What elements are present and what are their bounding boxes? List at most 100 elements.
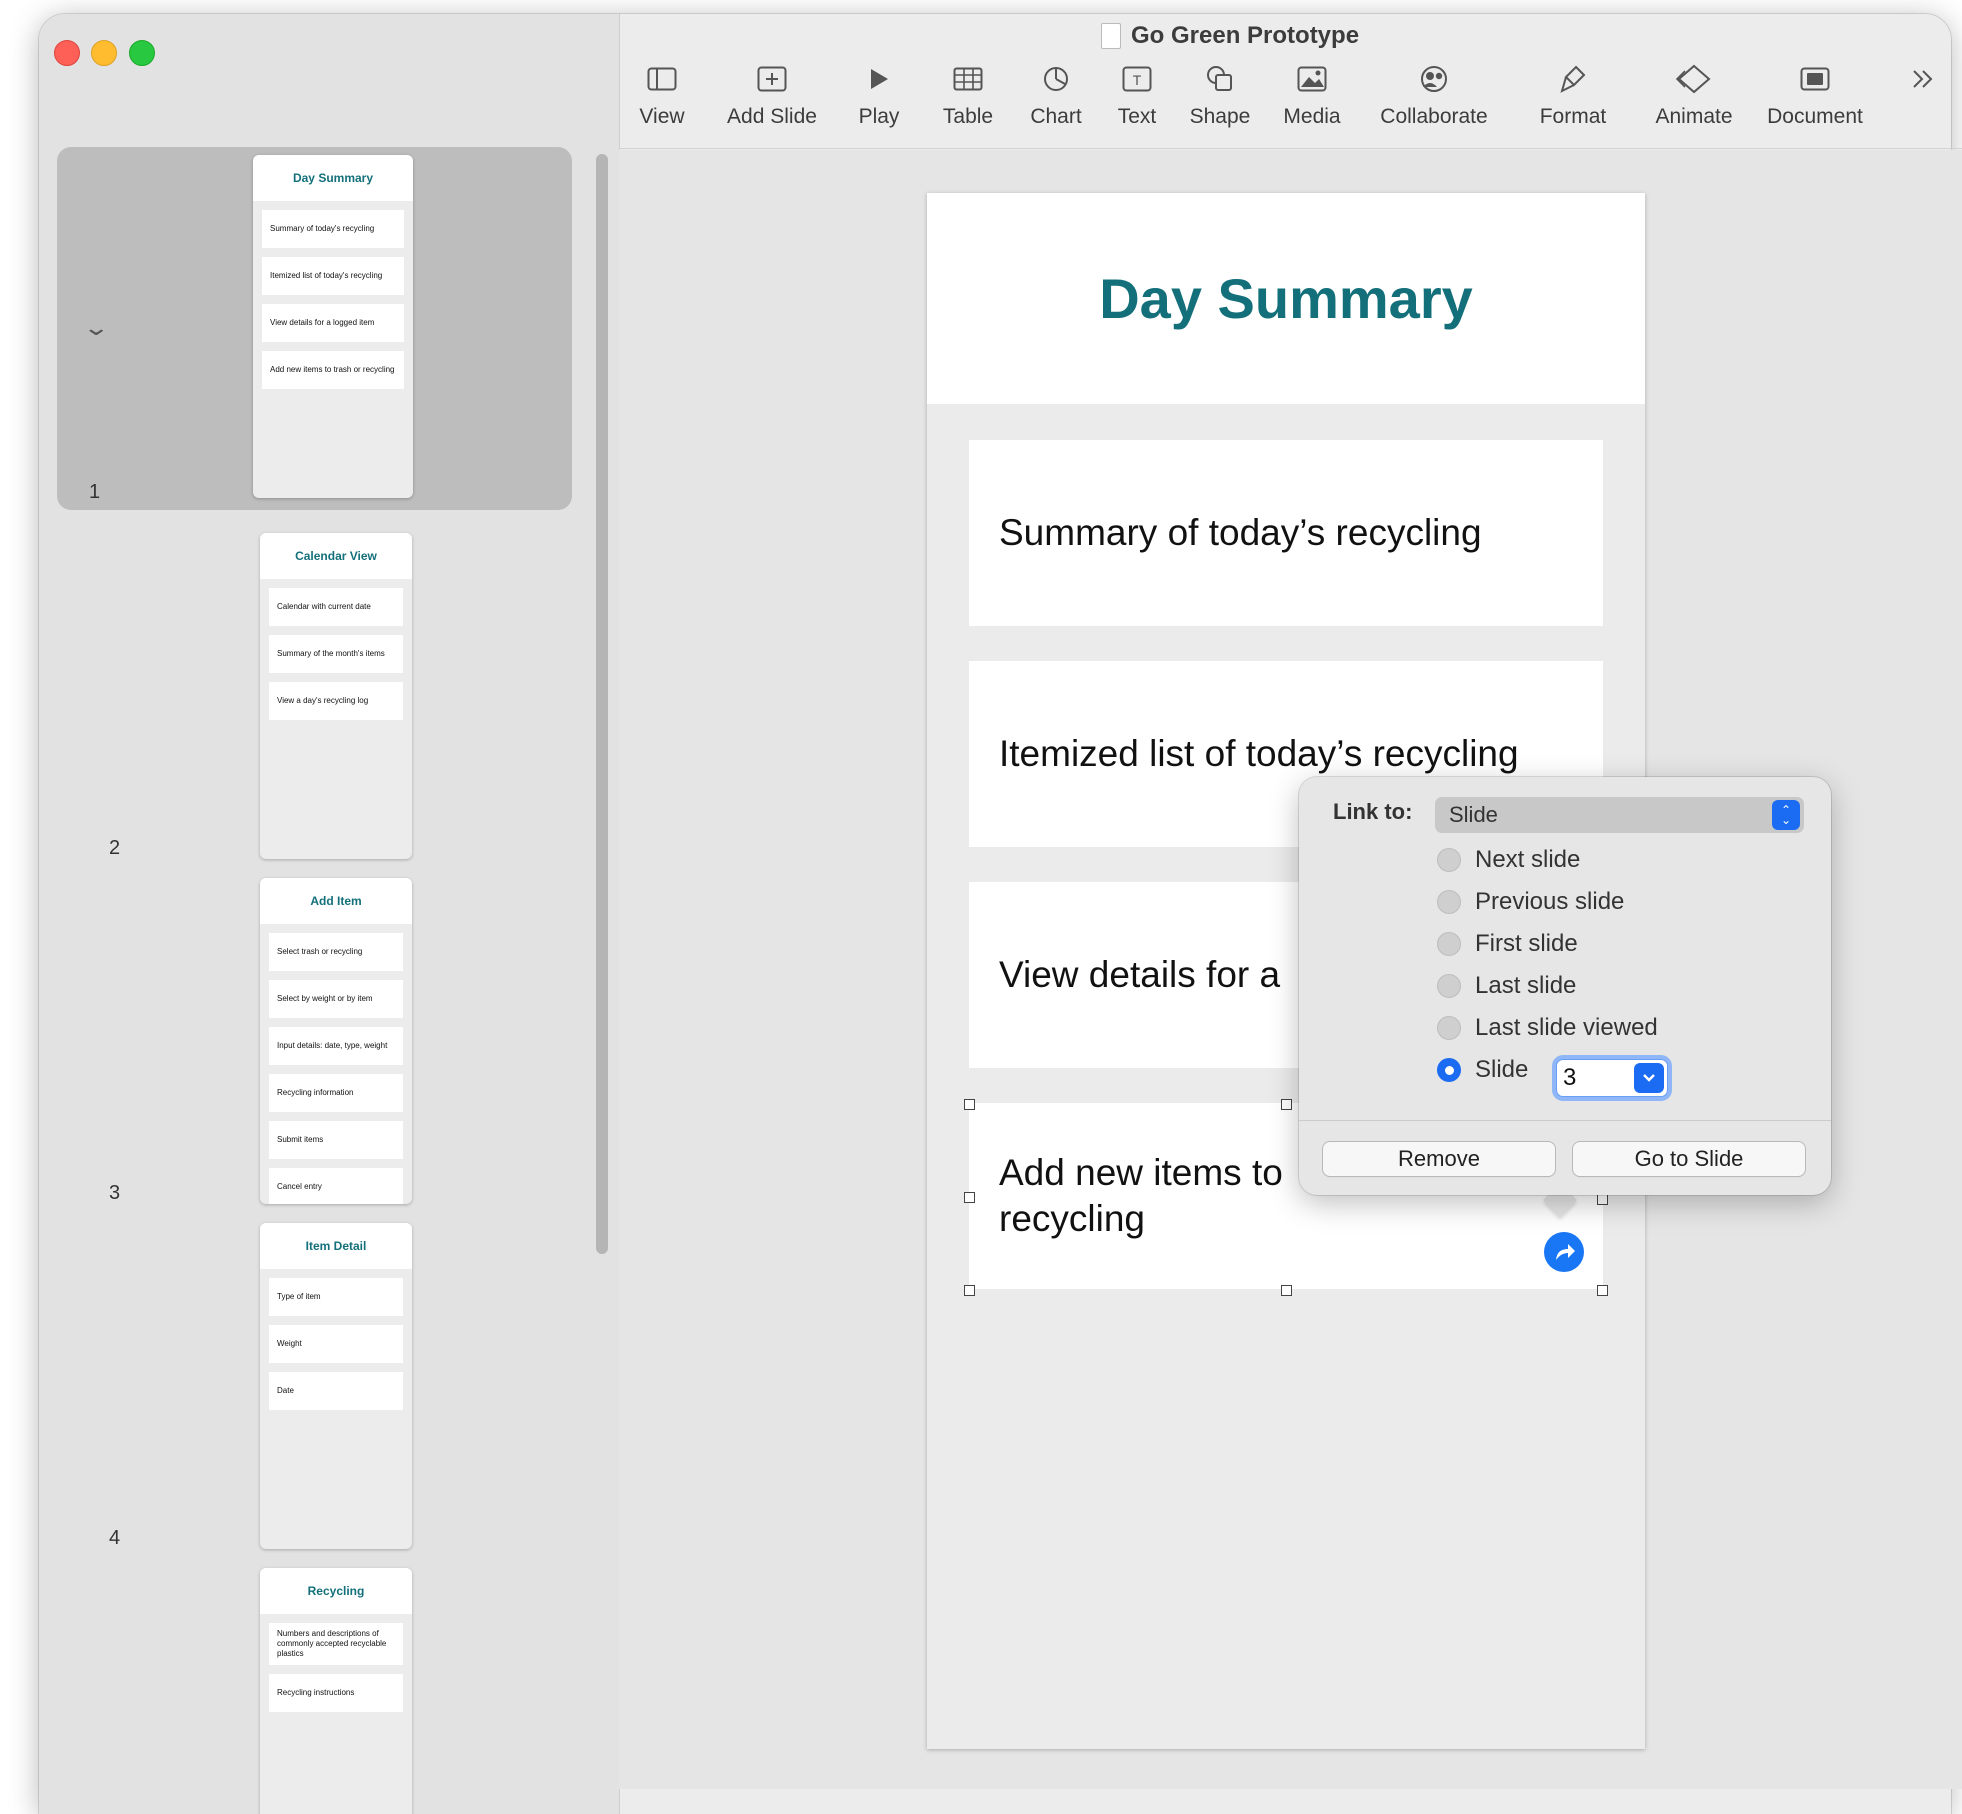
slide-number: 2: [109, 837, 121, 859]
shape-button[interactable]: Shape: [1187, 55, 1253, 129]
radio-label: Slide: [1475, 1056, 1529, 1083]
radio-label: Previous slide: [1475, 888, 1625, 915]
table-button[interactable]: Table: [937, 55, 999, 129]
play-label: Play: [858, 105, 900, 128]
shape-icon: [1187, 55, 1253, 103]
slide-thumbnail[interactable]: Recycling Numbers and descriptions of co…: [260, 1568, 412, 1814]
radio-last-slide[interactable]: Last slide: [1437, 972, 1576, 1000]
selection-handle[interactable]: [1281, 1285, 1292, 1296]
thumbnail-item: Numbers and descriptions of commonly acc…: [269, 1623, 403, 1665]
thumbnail-item: Itemized list of today's recycling: [262, 257, 404, 295]
thumbnail-item: Submit items: [269, 1121, 403, 1159]
radio-next-slide[interactable]: Next slide: [1437, 846, 1580, 874]
radio-button[interactable]: [1437, 890, 1461, 914]
radio-button[interactable]: [1437, 974, 1461, 998]
add-slide-label: Add Slide: [727, 105, 817, 128]
thumbnail-title: Item Detail: [260, 1223, 412, 1269]
radio-button[interactable]: [1437, 932, 1461, 956]
link-to-select[interactable]: Slide ⌃ ⌄: [1435, 797, 1804, 833]
view-label: View: [639, 105, 685, 128]
thumbnail-item: Summary of the month's items: [269, 635, 403, 673]
fullscreen-window-button[interactable]: [129, 40, 155, 66]
slide-number-combobox[interactable]: 3: [1556, 1059, 1668, 1097]
chart-label: Chart: [1030, 105, 1082, 128]
chevron-double-right-icon: [1903, 55, 1943, 103]
format-brush-icon: [1533, 55, 1613, 103]
link-arrow-icon[interactable]: [1544, 1232, 1584, 1272]
link-to-label: Link to:: [1333, 799, 1413, 824]
radio-button[interactable]: [1437, 1016, 1461, 1040]
radio-slide[interactable]: Slide: [1437, 1056, 1528, 1084]
link-to-value: Slide: [1449, 802, 1498, 827]
media-label: Media: [1283, 105, 1341, 128]
selection-handle[interactable]: [964, 1192, 975, 1203]
thumbnail-item: Recycling instructions: [269, 1674, 403, 1712]
play-button[interactable]: Play: [851, 55, 907, 129]
slide-title[interactable]: Day Summary: [927, 193, 1645, 404]
thumbnail-title: Calendar View: [260, 533, 412, 579]
radio-label: Next slide: [1475, 846, 1581, 873]
media-button[interactable]: Media: [1280, 55, 1344, 129]
collaborate-label: Collaborate: [1380, 105, 1488, 128]
collaborate-icon: [1375, 55, 1493, 103]
thumbnail-item: Type of item: [269, 1278, 403, 1316]
animate-button[interactable]: Animate: [1649, 55, 1739, 129]
navigator-slide-2[interactable]: 2 Calendar View Calendar with current da…: [57, 519, 572, 859]
toolbar-overflow-button[interactable]: [1903, 55, 1943, 103]
navigator-slide-3[interactable]: 3 Add Item Select trash or recycling Sel…: [57, 864, 572, 1204]
radio-first-slide[interactable]: First slide: [1437, 930, 1578, 958]
add-slide-icon: [717, 55, 827, 103]
minimize-window-button[interactable]: [91, 40, 117, 66]
navigator-slide-5[interactable]: Recycling Numbers and descriptions of co…: [57, 1554, 572, 1814]
selection-handle[interactable]: [964, 1099, 975, 1110]
slide-thumbnail[interactable]: Add Item Select trash or recycling Selec…: [260, 878, 412, 1204]
slide-number-value[interactable]: 3: [1563, 1064, 1576, 1092]
selection-handle[interactable]: [1597, 1285, 1608, 1296]
slide-number: 1: [89, 481, 101, 503]
selection-handle[interactable]: [1281, 1099, 1292, 1110]
slide-thumbnail[interactable]: Calendar View Calendar with current date…: [260, 533, 412, 859]
close-window-button[interactable]: [54, 40, 80, 66]
document-button[interactable]: Document: [1762, 55, 1868, 129]
format-label: Format: [1539, 105, 1607, 128]
window-title: Go Green Prototype: [1101, 22, 1359, 50]
chart-button[interactable]: Chart: [1025, 55, 1087, 129]
selection-handle[interactable]: [1597, 1194, 1608, 1205]
navigator-scrollbar[interactable]: [596, 154, 608, 1254]
thumbnail-item: Summary of today's recycling: [262, 210, 404, 248]
keynote-document-icon: [1101, 23, 1121, 49]
radio-button[interactable]: [1437, 848, 1461, 872]
table-label: Table: [942, 105, 994, 128]
radio-previous-slide[interactable]: Previous slide: [1437, 888, 1624, 916]
view-button[interactable]: View: [631, 55, 693, 129]
svg-text:T: T: [1133, 72, 1142, 88]
slide-item-add-new-text: Add new items to recycling: [999, 1152, 1283, 1239]
thumbnail-item: Date: [269, 1372, 403, 1410]
navigator-slide-4[interactable]: 4 Item Detail Type of item Weight Date: [57, 1209, 572, 1549]
go-to-slide-button[interactable]: Go to Slide: [1573, 1142, 1805, 1176]
navigator-slide-1[interactable]: ⌄ 1 Day Summary Summary of today's recyc…: [57, 147, 572, 510]
animate-icon: [1649, 55, 1739, 103]
add-slide-button[interactable]: Add Slide: [717, 55, 827, 129]
toolbar: View Add Slide Play Table Chart T Text S…: [619, 55, 1962, 147]
thumbnail-item: View a day's recycling log: [269, 682, 403, 720]
toolbar-divider: [619, 148, 1962, 149]
slide-item-summary[interactable]: Summary of today’s recycling: [969, 440, 1603, 626]
remove-link-button[interactable]: Remove: [1323, 1142, 1555, 1176]
text-box-icon: T: [1109, 55, 1165, 103]
selection-handle[interactable]: [964, 1285, 975, 1296]
radio-button-checked[interactable]: [1437, 1058, 1461, 1082]
radio-label: First slide: [1475, 930, 1578, 957]
slide-thumbnail[interactable]: Item Detail Type of item Weight Date: [260, 1223, 412, 1549]
text-button[interactable]: T Text: [1109, 55, 1165, 129]
slide-thumbnail[interactable]: Day Summary Summary of today's recycling…: [253, 155, 413, 498]
chevron-down-icon[interactable]: [1634, 1063, 1664, 1093]
chevron-down-icon[interactable]: ⌄: [82, 315, 110, 341]
radio-last-slide-viewed[interactable]: Last slide viewed: [1437, 1014, 1658, 1042]
thumbnail-title: Add Item: [260, 878, 412, 924]
radio-label: Last slide viewed: [1475, 1014, 1658, 1041]
collaborate-button[interactable]: Collaborate: [1375, 55, 1493, 129]
format-button[interactable]: Format: [1533, 55, 1613, 129]
slide-number: 4: [109, 1527, 121, 1549]
thumbnail-item: Select trash or recycling: [269, 933, 403, 971]
